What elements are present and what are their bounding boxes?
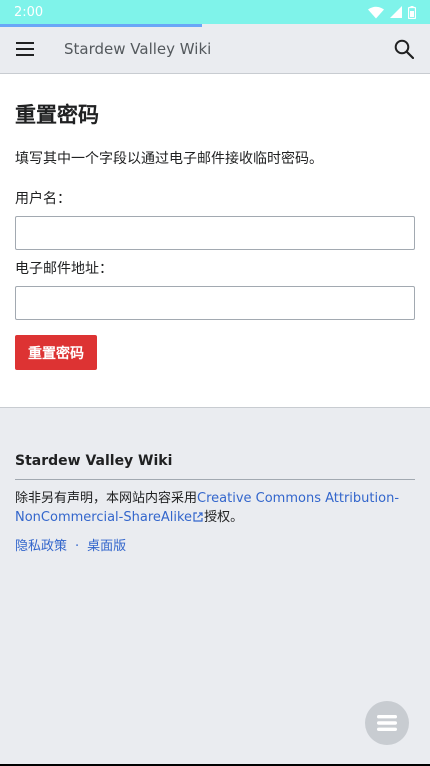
- search-icon: [394, 39, 414, 59]
- status-time: 2:00: [14, 4, 44, 20]
- hamburger-menu-icon: [16, 41, 34, 56]
- reset-password-button[interactable]: 重置密码: [15, 335, 97, 370]
- wifi-icon: [368, 6, 384, 18]
- desktop-view-link[interactable]: 桌面版: [87, 539, 126, 554]
- external-link-icon: [193, 512, 203, 522]
- footer-site-name: Stardew Valley Wiki: [15, 451, 415, 480]
- page-load-progress: [0, 24, 202, 27]
- email-input[interactable]: [15, 286, 415, 320]
- floating-menu-button[interactable]: [365, 701, 409, 745]
- email-label: 电子邮件地址：: [15, 261, 113, 277]
- battery-icon: [408, 5, 416, 19]
- list-menu-icon: [377, 715, 397, 731]
- main-menu-button[interactable]: [0, 24, 50, 74]
- privacy-policy-link[interactable]: 隐私政策: [15, 539, 67, 554]
- signal-icon: [390, 6, 402, 18]
- status-bar: 2:00: [0, 0, 430, 24]
- search-button[interactable]: [378, 24, 430, 74]
- license-suffix: 授权。: [204, 510, 244, 525]
- license-text: 除非另有声明，本网站内容采用Creative Commons Attributi…: [15, 489, 415, 527]
- footer-links: 隐私政策 · 桌面版: [15, 537, 415, 556]
- instructions-text: 填写其中一个字段以通过电子邮件接收临时密码。: [15, 151, 323, 167]
- footer-separator: ·: [75, 539, 80, 554]
- username-input[interactable]: [15, 216, 415, 250]
- main-content: 重置密码 填写其中一个字段以通过电子邮件接收临时密码。 用户名： 电子邮件地址：…: [0, 74, 430, 408]
- app-bar: Stardew Valley Wiki: [0, 24, 430, 74]
- footer: Stardew Valley Wiki 除非另有声明，本网站内容采用Creati…: [0, 409, 430, 766]
- page-title: 重置密码: [15, 103, 99, 127]
- username-label: 用户名：: [15, 191, 71, 207]
- status-icons: [368, 5, 416, 19]
- license-prefix: 除非另有声明，本网站内容采用: [15, 491, 198, 506]
- site-title[interactable]: Stardew Valley Wiki: [50, 40, 378, 58]
